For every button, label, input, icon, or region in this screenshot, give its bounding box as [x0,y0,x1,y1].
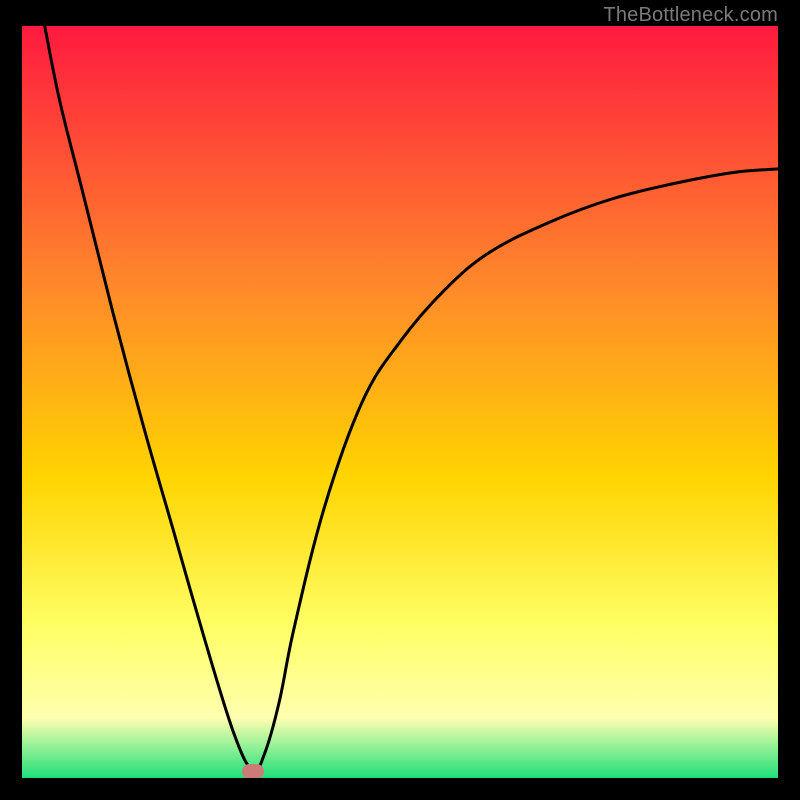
attribution-text: TheBottleneck.com [603,4,778,27]
chart-frame: TheBottleneck.com [0,0,800,800]
chart-svg [22,26,778,778]
optimum-marker [242,764,264,778]
plot-area [22,26,778,778]
